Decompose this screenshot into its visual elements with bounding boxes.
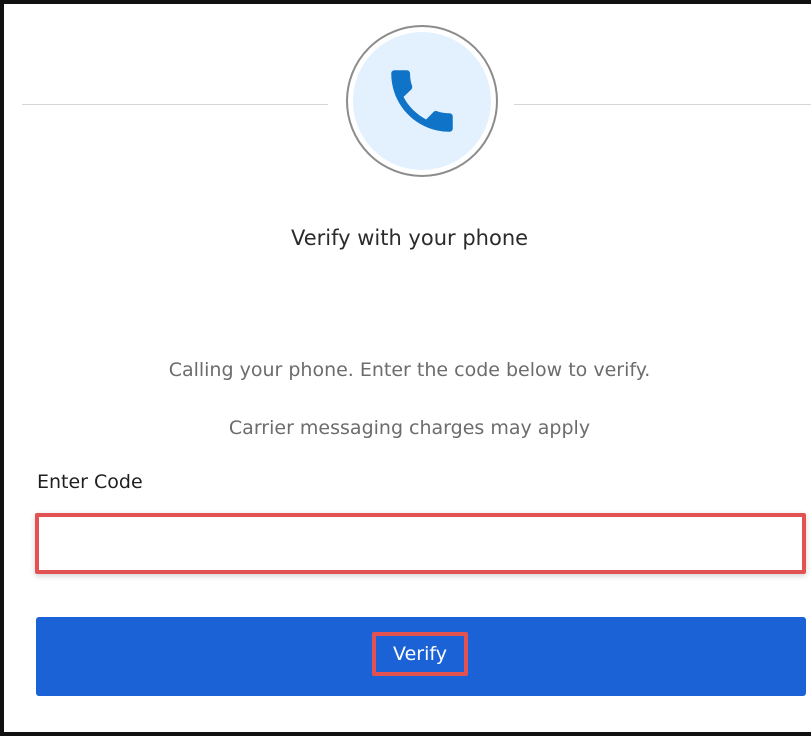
page-title: Verify with your phone [290, 226, 529, 250]
verify-panel: Verify with your phone Calling your phon… [0, 0, 811, 736]
header-divider-left [22, 104, 328, 105]
phone-icon-background [353, 32, 491, 170]
code-input[interactable] [35, 513, 806, 574]
verify-button-label: Verify [372, 632, 468, 676]
verify-button[interactable]: Verify [36, 617, 806, 696]
charges-notice: Carrier messaging charges may apply [228, 417, 591, 439]
phone-icon [391, 70, 453, 132]
calling-message: Calling your phone. Enter the code below… [168, 359, 651, 381]
phone-icon-badge [346, 25, 498, 177]
header-divider-right [514, 104, 811, 105]
enter-code-label: Enter Code [37, 471, 143, 493]
